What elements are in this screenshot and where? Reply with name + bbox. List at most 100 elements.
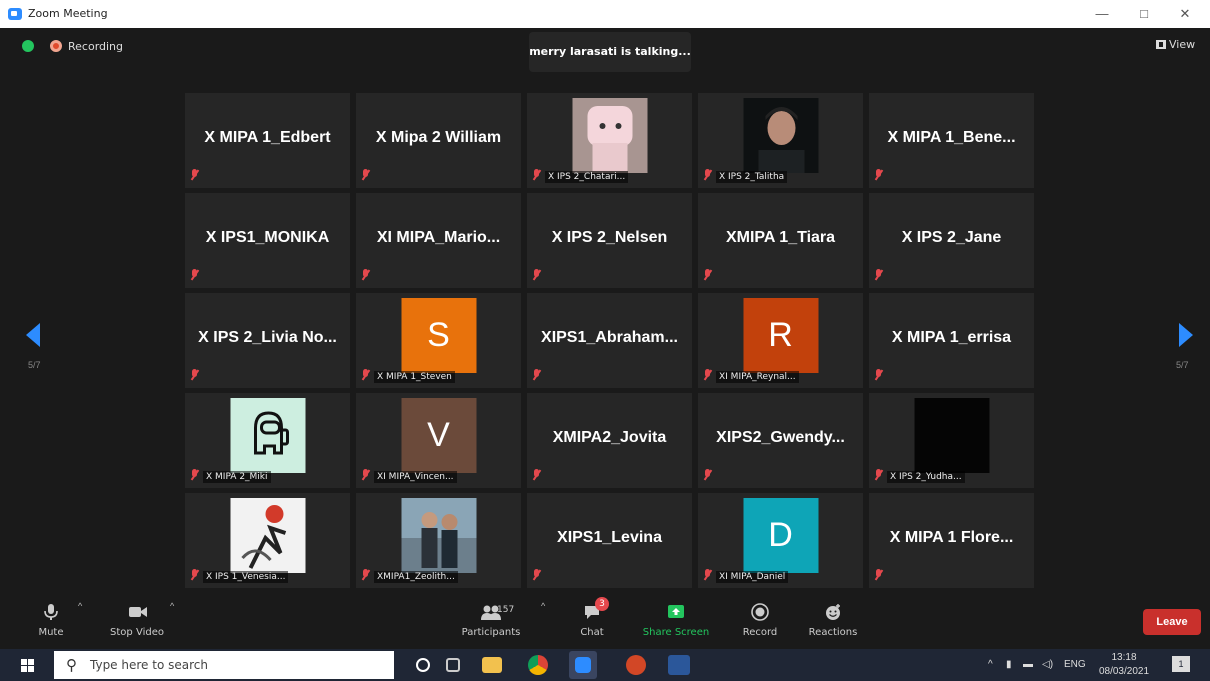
video-tile[interactable]: XMIPA1_Zeolith... — [356, 493, 521, 588]
video-feed-image — [914, 398, 989, 473]
muted-mic-icon — [874, 569, 883, 581]
page-indicator-left: 5/7 — [28, 360, 41, 370]
video-tile[interactable]: X MIPA 1_errisa — [869, 293, 1034, 388]
powerpoint-icon[interactable] — [626, 655, 646, 675]
taskbar-clock[interactable]: 13:18 08/03/2021 — [1098, 651, 1150, 679]
participants-button[interactable]: 157 Participants — [456, 595, 526, 649]
notification-center-icon[interactable]: 1 — [1172, 656, 1190, 672]
chat-unread-badge: 3 — [595, 597, 609, 611]
profile-picture-image — [572, 98, 647, 173]
video-tile[interactable]: X MIPA 1 Flore... — [869, 493, 1034, 588]
participant-name: X Mipa 2 William — [375, 129, 502, 146]
participant-name: X MIPA 1_Edbert — [204, 129, 331, 146]
video-tile[interactable]: XMIPA2_Jovita — [527, 393, 692, 488]
taskbar-search-input[interactable]: ⚲ Type here to search — [54, 651, 394, 679]
gallery-grid-icon — [1156, 40, 1166, 49]
video-tile[interactable]: XMIPA 1_Tiara — [698, 193, 863, 288]
chat-button[interactable]: 3 Chat — [572, 595, 612, 649]
muted-mic-icon — [361, 169, 370, 181]
video-tile[interactable]: X IPS 2_Talitha — [698, 93, 863, 188]
stop-video-button[interactable]: Stop Video — [104, 595, 170, 649]
video-tile[interactable]: X IPS 1_Venesia... — [185, 493, 350, 588]
participant-name: X MIPA 2_Miki — [203, 471, 271, 483]
encryption-shield-icon[interactable] — [22, 40, 34, 52]
minimize-button[interactable]: — — [1087, 4, 1117, 24]
audio-options-caret-icon[interactable]: ^ — [78, 601, 82, 611]
word-icon[interactable] — [668, 655, 690, 675]
participant-name: XIPS1_Abraham... — [541, 329, 678, 346]
windows-start-icon[interactable] — [21, 659, 34, 672]
next-page-arrow-icon[interactable] — [1179, 323, 1193, 347]
video-tile[interactable]: X IPS 2_Yudha... — [869, 393, 1034, 488]
letter-avatar: R — [743, 298, 818, 373]
participants-label: Participants — [461, 627, 521, 638]
microphone-icon — [42, 603, 60, 621]
video-tile[interactable]: X IPS 2_Livia No... — [185, 293, 350, 388]
recording-icon — [50, 40, 62, 52]
video-tile[interactable]: X MIPA 1_Bene... — [869, 93, 1034, 188]
volume-icon[interactable]: ◁) — [1042, 659, 1053, 670]
chat-bubble-icon: 3 — [583, 597, 609, 621]
chrome-icon[interactable] — [528, 655, 548, 675]
participant-name: XMIPA 1_Tiara — [725, 229, 836, 246]
participant-name: X IPS1_MONIKA — [205, 229, 330, 246]
zoom-app-icon — [8, 8, 22, 20]
muted-mic-icon — [532, 269, 541, 281]
battery-icon[interactable]: ▬ — [1023, 659, 1033, 670]
video-tile[interactable]: XIPS2_Gwendy... — [698, 393, 863, 488]
letter-avatar: D — [743, 498, 818, 573]
reactions-button[interactable]: Reactions — [804, 595, 862, 649]
leave-button[interactable]: Leave — [1143, 609, 1201, 635]
cortana-icon[interactable] — [416, 658, 430, 672]
stop-video-label: Stop Video — [110, 627, 164, 638]
participants-icon: 157 — [471, 603, 514, 621]
zoom-taskbar-icon[interactable] — [569, 651, 597, 679]
video-tile[interactable]: X Mipa 2 William — [356, 93, 521, 188]
video-tile[interactable]: X IPS 2_Jane — [869, 193, 1034, 288]
video-tile[interactable]: XIPS1_Abraham... — [527, 293, 692, 388]
participant-name: X MIPA 1_Bene... — [887, 129, 1016, 146]
muted-mic-icon — [532, 169, 541, 181]
reactions-label: Reactions — [808, 627, 858, 638]
page-indicator-right: 5/7 — [1176, 360, 1189, 370]
record-label: Record — [742, 627, 778, 638]
video-tile[interactable]: X IPS1_MONIKA — [185, 193, 350, 288]
window-titlebar: Zoom Meeting — □ ✕ — [0, 0, 1210, 28]
participant-name: XI MIPA_Reynal... — [716, 371, 799, 383]
muted-mic-icon — [190, 169, 199, 181]
participant-name: X IPS 2_Jane — [901, 229, 1002, 246]
participant-name: X IPS 2_Nelsen — [551, 229, 668, 246]
muted-mic-icon — [703, 569, 712, 581]
muted-mic-icon — [361, 469, 370, 481]
video-tile[interactable]: XI MIPA_Mario... — [356, 193, 521, 288]
video-tile[interactable]: X IPS 2_Nelsen — [527, 193, 692, 288]
participants-options-caret-icon[interactable]: ^ — [541, 601, 545, 611]
video-tile[interactable]: X MIPA 2_Miki — [185, 393, 350, 488]
share-screen-icon — [667, 603, 685, 621]
recording-label[interactable]: Recording — [68, 40, 123, 53]
file-explorer-icon[interactable] — [482, 657, 502, 673]
close-button[interactable]: ✕ — [1170, 4, 1200, 24]
participant-name: XIPS1_Levina — [557, 529, 662, 546]
usb-icon[interactable]: ▮ — [1006, 659, 1012, 670]
muted-mic-icon — [703, 369, 712, 381]
video-tile[interactable]: XIPS1_Levina — [527, 493, 692, 588]
participant-name: XIPS2_Gwendy... — [716, 429, 845, 446]
video-tile[interactable]: V XI MIPA_Vincen... — [356, 393, 521, 488]
share-screen-button[interactable]: Share Screen — [638, 595, 714, 649]
show-hidden-icons-chevron-icon[interactable]: ^ — [988, 659, 993, 670]
maximize-button[interactable]: □ — [1129, 4, 1159, 24]
video-tile[interactable]: X MIPA 1_Edbert — [185, 93, 350, 188]
participant-name: X MIPA 1 Flore... — [889, 529, 1014, 546]
language-indicator[interactable]: ENG — [1064, 659, 1086, 670]
video-tile[interactable]: D XI MIPA_Daniel — [698, 493, 863, 588]
view-button[interactable]: View — [1156, 38, 1195, 51]
previous-page-arrow-icon[interactable] — [26, 323, 40, 347]
task-view-icon[interactable] — [446, 658, 460, 672]
record-button[interactable]: Record — [738, 595, 782, 649]
video-tile[interactable]: S X MIPA 1_Steven — [356, 293, 521, 388]
mute-button[interactable]: Mute — [30, 595, 72, 649]
video-options-caret-icon[interactable]: ^ — [170, 601, 174, 611]
video-tile[interactable]: R XI MIPA_Reynal... — [698, 293, 863, 388]
video-tile[interactable]: X IPS 2_Chatari... — [527, 93, 692, 188]
